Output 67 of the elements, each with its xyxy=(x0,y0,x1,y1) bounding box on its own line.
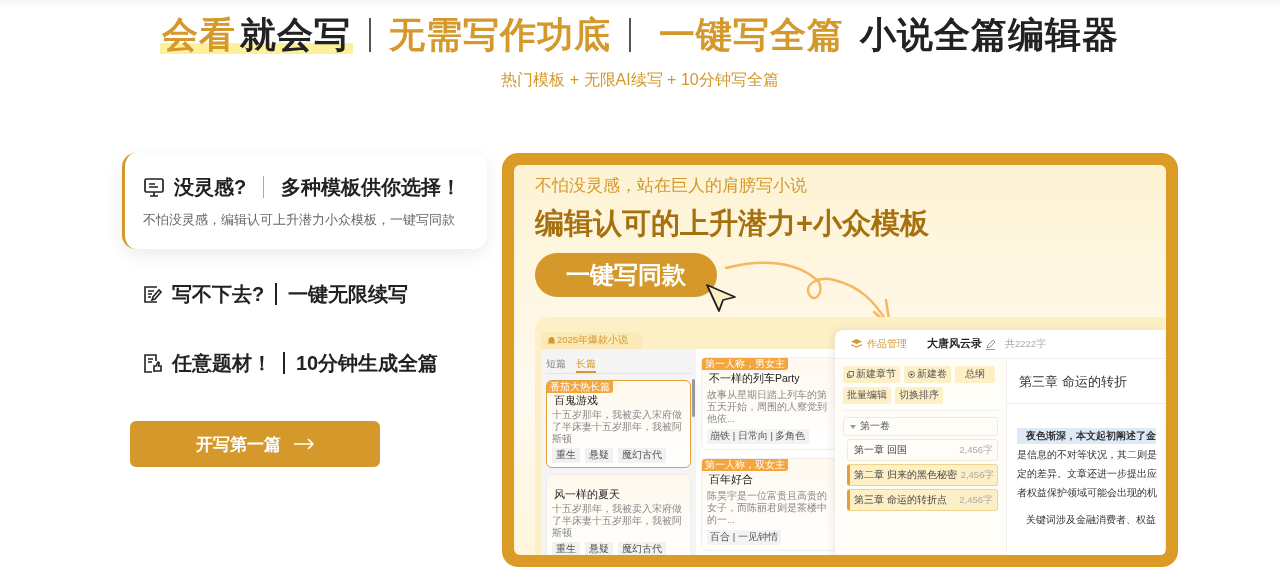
story-excerpt: 故事从星期日踏上列车的第五天开始，周围的人察觉到他依... xyxy=(707,389,828,425)
cursor-icon xyxy=(705,283,737,313)
body-text-line: 定的差异。文章还进一步提出应 xyxy=(1017,468,1157,479)
story-title: 百鬼游戏 xyxy=(553,394,599,407)
feature-subtitle: 一键无限续写 xyxy=(288,281,409,307)
genre-tag: 悬疑 xyxy=(585,542,613,555)
story-tag: 第一人称，男女主 xyxy=(702,358,788,370)
feature-title[interactable]: 写不下去? xyxy=(172,280,265,308)
story-title: 百年好合 xyxy=(708,473,754,486)
story-excerpt: 十五岁那年，我被卖入宋府做了半床妻十五岁那年，我被阿斯顿 xyxy=(552,409,683,445)
headline: 编辑认可的上升潜力+小众模板 xyxy=(535,206,930,241)
story-card[interactable]: 第一人称，双女主 百年好合 陈昊宇是一位富贵且高贵的女子，而陈丽君则是茶楼中的一... 百合 | 一见钟情 xyxy=(701,458,837,551)
genre-tag: 重生 xyxy=(552,448,580,463)
eyebrow-text: 不怕没灵感，站在巨人的肩膀写小说 xyxy=(535,175,808,197)
layers-icon xyxy=(851,339,862,349)
book-title: 大唐风云录 xyxy=(927,337,982,351)
chapter-row[interactable]: 第二章 归来的黑色秘密 2,456字 xyxy=(847,464,998,486)
document-pen-icon xyxy=(142,283,163,305)
story-excerpt: 陈昊宇是一位富贵且高贵的女子，而陈丽君则是茶楼中的一... xyxy=(707,490,828,526)
title-text: 小说全篇编辑器 xyxy=(858,13,1120,57)
title-text: 就会写 xyxy=(237,13,353,57)
copy-icon xyxy=(847,371,854,378)
story-meta: 百合 | 一见钟情 xyxy=(707,530,781,545)
action-button[interactable]: 总纲 xyxy=(955,366,995,383)
document-thumb-icon xyxy=(142,352,163,374)
volume-row[interactable]: 第一卷 xyxy=(843,417,998,436)
chapter-heading: 第三章 命运的转折 xyxy=(1018,373,1128,391)
action-button[interactable]: 新建章节 xyxy=(843,366,900,383)
feature-title: 没灵感? xyxy=(174,174,247,200)
title-text: 会看 xyxy=(159,13,238,57)
story-card[interactable]: 第一人称，男女主 不一样的列车Party 故事从星期日踏上列车的第五天开始，周围的人察觉到他依... 崩铁 | 日常向 | 多角色 xyxy=(701,357,837,450)
story-meta: 崩铁 | 日常向 | 多角色 xyxy=(707,429,809,444)
genre-tag: 悬疑 xyxy=(585,448,613,463)
word-count: 共2222字 xyxy=(1005,337,1047,351)
feature-description: 不怕没灵感，编辑认可上升潜力小众模板，一键写同款 xyxy=(143,212,456,229)
subtitle: 热门模板 + 无限AI续写 + 10分钟写全篇 xyxy=(500,70,780,90)
chapter-row[interactable]: 第三章 命运的转折点 2,456字 xyxy=(847,489,998,511)
monitor-icon xyxy=(143,176,165,198)
story-card[interactable]: 番茄大热长篇 百鬼游戏 十五岁那年，我被卖入宋府做了半床妻十五岁那年，我被阿斯顿 重生 悬疑 魔幻古代 xyxy=(546,380,691,468)
action-button[interactable]: 切换排序 xyxy=(895,387,943,404)
title-text: 无需写作功底 xyxy=(387,13,612,57)
story-title: 不一样的列车Party xyxy=(708,372,801,385)
title-text: 一键写全篇 xyxy=(657,13,845,57)
body-text-line: 关键词涉及金融消费者、权益 xyxy=(1025,514,1156,525)
genre-tag: 魔幻古代 xyxy=(618,542,666,555)
scrollbar xyxy=(692,379,695,417)
feature-subtitle: 多种模板供你选择！ xyxy=(281,174,462,200)
action-button[interactable]: 新建卷 xyxy=(904,366,951,383)
story-tag: 第一人称，双女主 xyxy=(702,459,788,471)
bell-icon xyxy=(547,336,556,345)
story-tag: 番茄大热长篇 xyxy=(547,381,613,393)
plus-circle-icon xyxy=(908,371,915,378)
genre-tag: 重生 xyxy=(552,542,580,555)
body-text-line: 者权益保护领域可能会出现的机 xyxy=(1017,487,1157,498)
pencil-icon[interactable] xyxy=(985,338,996,350)
action-button[interactable]: 批量编辑 xyxy=(843,387,891,404)
feature-subtitle: 10分钟生成全篇 xyxy=(296,350,439,376)
library-title: 2025年爆款小说 xyxy=(557,334,629,347)
genre-tag: 魔幻古代 xyxy=(618,448,666,463)
story-card[interactable]: 风一样的夏天 十五岁那年，我被卖入宋府做了半床妻十五岁那年，我被阿斯顿 重生 悬疑 魔幻古代 xyxy=(546,474,691,555)
arrow-right-icon xyxy=(292,438,315,450)
feature-card[interactable]: 没灵感? 多种模板供你选择！ 不怕没灵感，编辑认可上升潜力小众模板，一键写同款 xyxy=(122,153,487,249)
story-excerpt: 十五岁那年，我被卖入宋府做了半床妻十五岁那年，我被阿斯顿 xyxy=(552,503,683,539)
feature-title[interactable]: 任意题材！ xyxy=(172,349,272,377)
body-text-line: 是信息的不对等状况，其二则是 xyxy=(1017,449,1157,460)
story-title: 风一样的夏天 xyxy=(553,488,621,501)
chapter-row[interactable]: 第一章 回国 2,456字 xyxy=(847,439,998,461)
